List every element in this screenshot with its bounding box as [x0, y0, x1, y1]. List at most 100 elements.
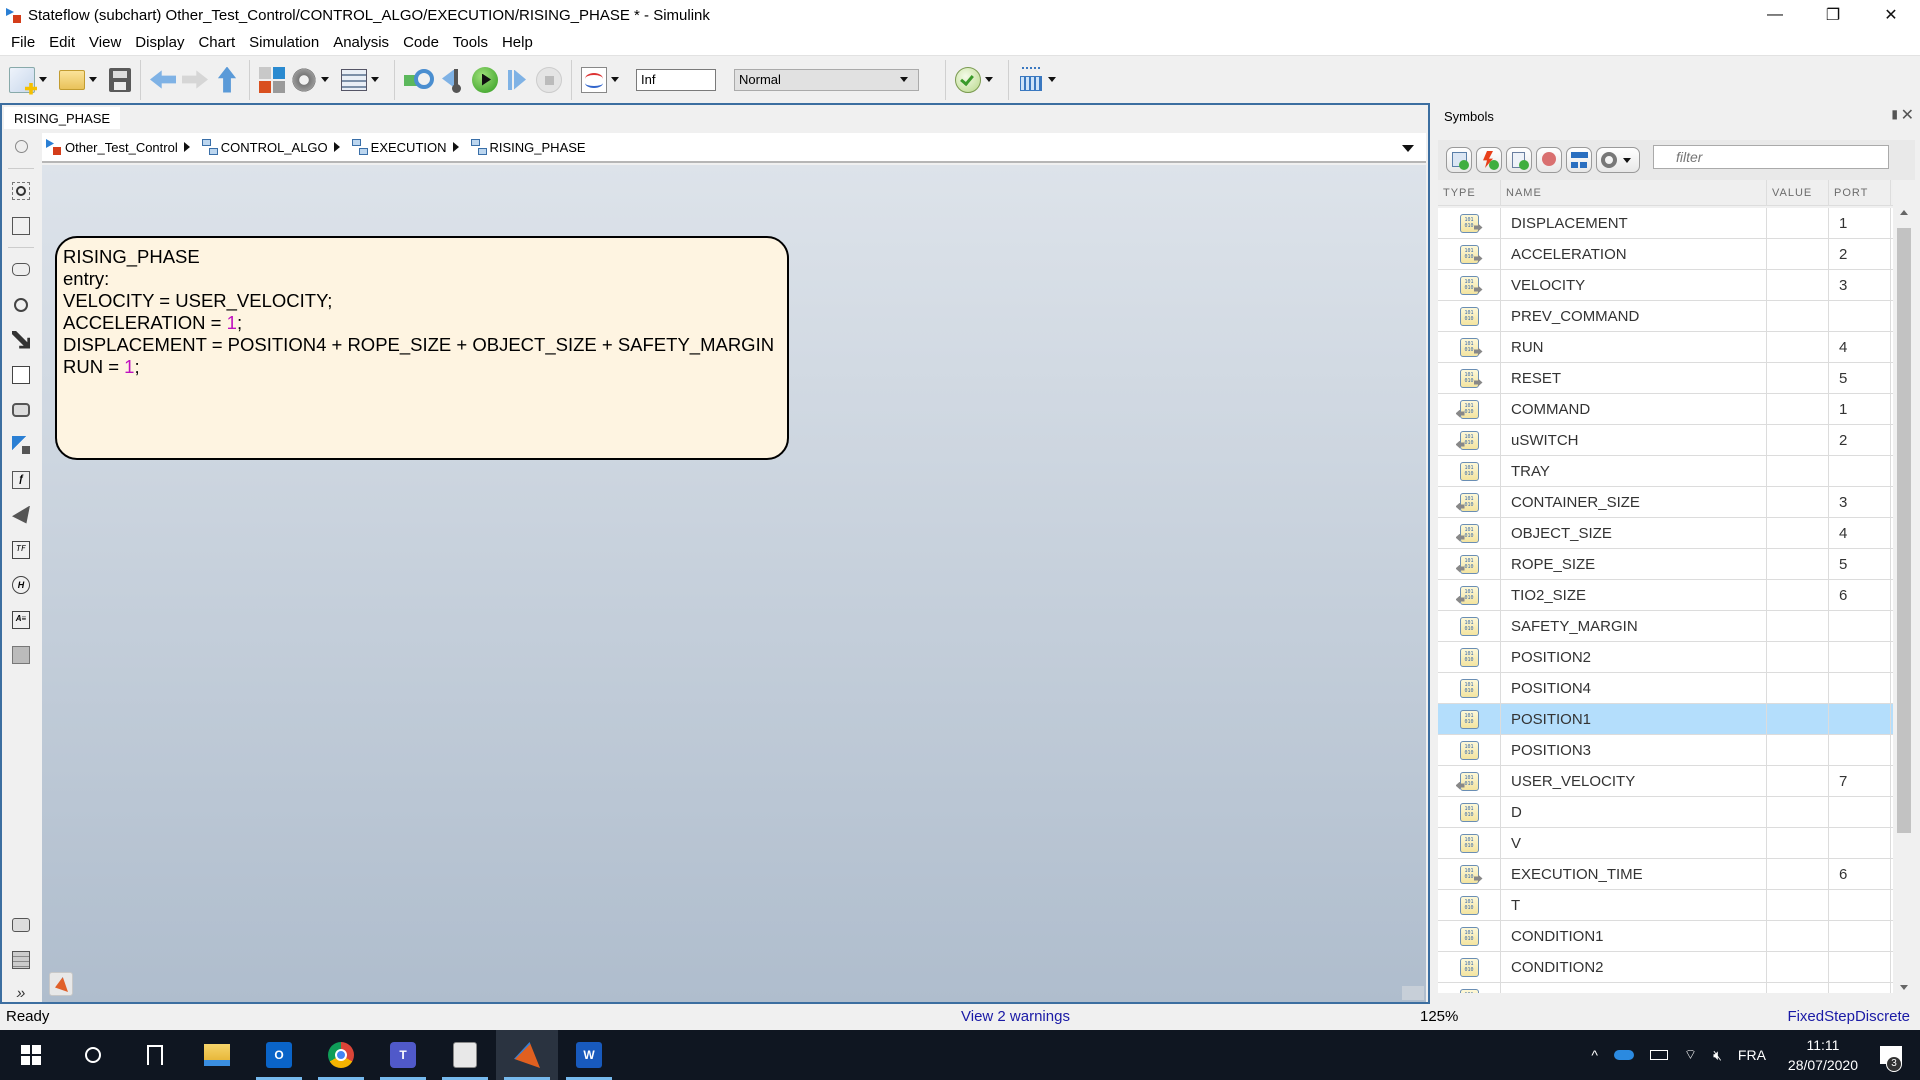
view-warnings-link[interactable]: View 2 warnings	[961, 1008, 1070, 1025]
restore-button[interactable]: ❐	[1804, 0, 1862, 30]
symbol-name-cell[interactable]: CONTAINER_SIZE	[1501, 487, 1767, 517]
outlook-button[interactable]: O	[248, 1030, 310, 1080]
symbol-name-cell[interactable]: RESET	[1501, 363, 1767, 393]
symbol-name-cell[interactable]: D	[1501, 797, 1767, 827]
chart-canvas[interactable]: RISING_PHASE entry: VELOCITY = USER_VELO…	[42, 165, 1426, 1002]
step-forward-button[interactable]	[504, 65, 530, 95]
symbol-name-cell[interactable]: CONDITION3	[1501, 983, 1767, 993]
symbol-value-cell[interactable]	[1767, 332, 1829, 362]
symbol-value-cell[interactable]	[1767, 394, 1829, 424]
symbol-port-cell[interactable]: 1	[1829, 394, 1891, 424]
model-config-button[interactable]	[291, 65, 335, 95]
symbol-port-cell[interactable]	[1829, 673, 1891, 703]
menu-edit[interactable]: Edit	[42, 34, 82, 51]
model-explorer-button[interactable]	[341, 65, 385, 95]
scroll-up-icon[interactable]	[1900, 210, 1908, 215]
add-data-button[interactable]	[1446, 147, 1472, 173]
canvas-resize-grip[interactable]	[1402, 986, 1424, 1000]
symbol-row[interactable]: 101 010 ROPE_SIZE 5	[1438, 549, 1893, 580]
fit-to-view-tool[interactable]	[2, 208, 40, 243]
show-hidden-icons-button[interactable]: ^	[1591, 1047, 1598, 1063]
symbol-row[interactable]: 101 010 TIO2_SIZE 6	[1438, 580, 1893, 611]
scroll-down-icon[interactable]	[1900, 985, 1908, 990]
back-button[interactable]	[150, 65, 176, 95]
symbol-name-cell[interactable]: RUN	[1501, 332, 1767, 362]
close-button[interactable]: ✕	[1862, 0, 1920, 30]
symbol-value-cell[interactable]	[1767, 611, 1829, 641]
symbol-row[interactable]: 101010 CONDITION3	[1438, 983, 1893, 993]
symbol-value-cell[interactable]	[1767, 766, 1829, 796]
symbol-value-cell[interactable]	[1767, 456, 1829, 486]
symbol-value-cell[interactable]	[1767, 239, 1829, 269]
symbol-port-cell[interactable]: 7	[1829, 766, 1891, 796]
word-button[interactable]: W	[558, 1030, 620, 1080]
stop-time-input[interactable]	[636, 68, 716, 91]
symbol-row[interactable]: 101 010 POSITION3	[1438, 735, 1893, 766]
symbol-value-cell[interactable]	[1767, 301, 1829, 331]
symbol-name-cell[interactable]: POSITION3	[1501, 735, 1767, 765]
symbol-row[interactable]: 101 010 VELOCITY 3	[1438, 270, 1893, 301]
tab-rising-phase[interactable]: RISING_PHASE	[4, 107, 121, 129]
symbol-value-cell[interactable]	[1767, 487, 1829, 517]
up-button[interactable]	[214, 65, 240, 95]
menu-help[interactable]: Help	[495, 34, 540, 51]
sdi-dropdown-icon[interactable]	[611, 77, 619, 82]
build-button[interactable]	[1018, 65, 1062, 95]
symbol-name-cell[interactable]: CONDITION2	[1501, 952, 1767, 982]
symbol-row[interactable]: 101 010 POSITION1	[1438, 704, 1893, 735]
notification-center-button[interactable]: 3	[1880, 1046, 1902, 1072]
symbol-value-cell[interactable]	[1767, 425, 1829, 455]
symbol-port-cell[interactable]	[1829, 983, 1891, 993]
menu-view[interactable]: View	[82, 34, 128, 51]
stateflow-badge-button[interactable]	[49, 972, 73, 996]
symbol-value-cell[interactable]	[1767, 983, 1829, 993]
symbol-port-cell[interactable]: 2	[1829, 425, 1891, 455]
state-tool[interactable]	[2, 252, 40, 287]
annotation-tool[interactable]: A≡	[2, 602, 40, 637]
symbol-value-cell[interactable]	[1767, 921, 1829, 951]
symbol-name-cell[interactable]: OBJECT_SIZE	[1501, 518, 1767, 548]
simulation-data-inspector-button[interactable]	[581, 65, 625, 95]
symbol-name-cell[interactable]: TIO2_SIZE	[1501, 580, 1767, 610]
symbol-row[interactable]: 101 010 uSWITCH 2	[1438, 425, 1893, 456]
screenshot-tool[interactable]	[2, 907, 40, 942]
symbol-name-cell[interactable]: V	[1501, 828, 1767, 858]
new-model-dropdown-icon[interactable]	[39, 77, 47, 82]
symbol-row[interactable]: 101 010 ACCELERATION 2	[1438, 239, 1893, 270]
symbol-row[interactable]: 101 010 OBJECT_SIZE 4	[1438, 518, 1893, 549]
symbol-row[interactable]: 101 010 T	[1438, 890, 1893, 921]
menu-tools[interactable]: Tools	[446, 34, 495, 51]
breadcrumb-item-rising-phase[interactable]: RISING_PHASE	[470, 139, 586, 155]
menu-display[interactable]: Display	[128, 34, 191, 51]
breadcrumb-item-execution[interactable]: EXECUTION	[351, 139, 467, 155]
breadcrumb-item-control-algo[interactable]: CONTROL_ALGO	[201, 139, 348, 155]
column-value[interactable]: VALUE	[1767, 180, 1829, 205]
symbol-row[interactable]: 101 010 DISPLACEMENT 1	[1438, 208, 1893, 239]
symbol-row[interactable]: 101 010 CONTAINER_SIZE 3	[1438, 487, 1893, 518]
search-button[interactable]	[62, 1030, 124, 1080]
symbol-name-cell[interactable]: T	[1501, 890, 1767, 920]
model-config-dropdown-icon[interactable]	[321, 77, 329, 82]
language-indicator[interactable]: FRA	[1738, 1047, 1766, 1063]
model-explorer-dropdown-icon[interactable]	[371, 77, 379, 82]
battery-icon[interactable]	[1649, 1050, 1668, 1060]
graphical-function-tool[interactable]: ƒ	[2, 462, 40, 497]
simulink-state-tool[interactable]	[2, 392, 40, 427]
symbol-row[interactable]: 101 010 RESET 5	[1438, 363, 1893, 394]
volume-muted-icon[interactable]: 🔇︎	[1713, 1047, 1722, 1064]
simulink-function-tool[interactable]	[2, 427, 40, 462]
symbol-value-cell[interactable]	[1767, 704, 1829, 734]
symbol-port-cell[interactable]: 2	[1829, 239, 1891, 269]
symbol-name-cell[interactable]: POSITION4	[1501, 673, 1767, 703]
symbol-value-cell[interactable]	[1767, 952, 1829, 982]
breadcrumb-item-model[interactable]: Other_Test_Control	[46, 139, 198, 155]
symbol-value-cell[interactable]	[1767, 735, 1829, 765]
symbol-port-cell[interactable]: 1	[1829, 208, 1891, 238]
hierarchy-button[interactable]	[1566, 147, 1592, 173]
open-dropdown-icon[interactable]	[89, 77, 97, 82]
symbol-port-cell[interactable]: 3	[1829, 487, 1891, 517]
column-port[interactable]: PORT	[1829, 180, 1891, 205]
symbol-row[interactable]: 101 010 USER_VELOCITY 7	[1438, 766, 1893, 797]
menu-analysis[interactable]: Analysis	[326, 34, 396, 51]
new-model-button[interactable]	[9, 65, 53, 95]
